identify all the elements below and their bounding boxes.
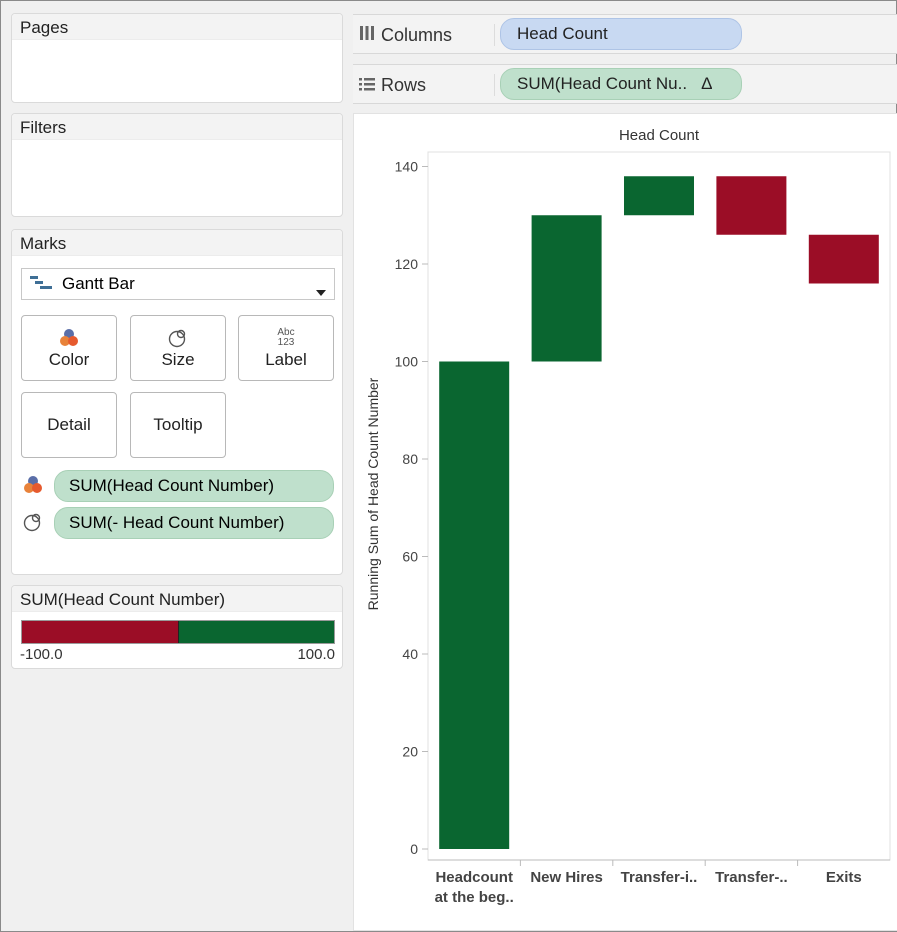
pages-title: Pages bbox=[12, 14, 342, 40]
size-button-label: Size bbox=[161, 350, 195, 369]
legend-positive bbox=[178, 621, 334, 643]
rows-icon bbox=[359, 75, 375, 96]
y-tick-label: 80 bbox=[402, 451, 418, 467]
size-icon bbox=[167, 326, 189, 350]
waterfall-bar bbox=[624, 176, 694, 216]
rows-shelf[interactable]: Rows SUM(Head Count Nu.. Δ bbox=[353, 64, 897, 104]
y-tick-label: 100 bbox=[395, 354, 419, 370]
gantt-bar-icon bbox=[30, 274, 54, 294]
rows-pill-text: SUM(Head Count Nu.. bbox=[517, 74, 688, 93]
y-axis-title: Running Sum of Head Count Number bbox=[365, 377, 381, 610]
y-axis: 0 20 40 60 80 100 120 140 bbox=[395, 159, 428, 857]
x-category-label: New Hires bbox=[530, 869, 603, 886]
rows-shelf-label: Rows bbox=[359, 74, 495, 96]
waterfall-chart[interactable]: Head Count Running Sum of Head Count Num… bbox=[354, 114, 897, 932]
columns-shelf[interactable]: Columns Head Count bbox=[353, 14, 897, 54]
size-field-icon bbox=[22, 512, 44, 537]
x-category-label: at the beg.. bbox=[435, 889, 514, 906]
marks-card: Marks Gantt Bar Color Size Abc 123 Label… bbox=[11, 229, 343, 575]
columns-pill[interactable]: Head Count bbox=[500, 18, 742, 50]
color-field-icon bbox=[22, 475, 44, 500]
filters-title: Filters bbox=[12, 114, 342, 140]
waterfall-bar bbox=[531, 215, 602, 362]
legend-title: SUM(Head Count Number) bbox=[12, 586, 342, 612]
x-category-label: Exits bbox=[826, 869, 862, 886]
x-category-label: Headcount bbox=[435, 869, 513, 886]
color-legend-card: SUM(Head Count Number) -100.0 100.0 bbox=[11, 585, 343, 669]
size-button[interactable]: Size bbox=[130, 315, 226, 381]
y-tick-label: 140 bbox=[395, 159, 419, 175]
columns-pill-text: Head Count bbox=[517, 24, 608, 43]
rows-label: Rows bbox=[381, 74, 427, 95]
legend-max-label: 100.0 bbox=[297, 646, 335, 663]
legend-min-label: -100.0 bbox=[20, 646, 63, 663]
x-category-label: Transfer-i.. bbox=[621, 869, 698, 886]
pages-card: Pages bbox=[11, 13, 343, 103]
chart-title: Head Count bbox=[619, 127, 700, 144]
columns-icon bbox=[359, 25, 375, 46]
label-button-label: Label bbox=[265, 350, 307, 369]
legend-negative bbox=[22, 621, 179, 643]
color-icon bbox=[58, 326, 80, 350]
columns-label: Columns bbox=[381, 24, 453, 45]
color-button-label: Color bbox=[48, 350, 90, 369]
color-button[interactable]: Color bbox=[21, 315, 117, 381]
marks-title: Marks bbox=[12, 230, 342, 256]
bars-layer bbox=[439, 176, 879, 849]
mark-type-label: Gantt Bar bbox=[62, 274, 135, 293]
waterfall-bar bbox=[439, 361, 510, 849]
tooltip-button[interactable]: Tooltip bbox=[130, 392, 226, 458]
size-field-pill[interactable]: SUM(- Head Count Number) bbox=[54, 507, 334, 539]
chart-view[interactable]: Head Count Running Sum of Head Count Num… bbox=[353, 113, 897, 931]
waterfall-bar bbox=[808, 234, 879, 284]
mark-type-dropdown[interactable]: Gantt Bar bbox=[21, 268, 335, 300]
y-tick-label: 20 bbox=[402, 744, 418, 760]
abc-123-icon: Abc 123 bbox=[277, 326, 294, 350]
detail-button[interactable]: Detail bbox=[21, 392, 117, 458]
chevron-down-icon bbox=[316, 281, 326, 301]
waterfall-bar bbox=[716, 176, 787, 235]
x-category-label: Transfer-.. bbox=[715, 869, 788, 886]
x-axis: Headcount at the beg.. New Hires Transfer-i… bbox=[428, 859, 890, 906]
columns-shelf-label: Columns bbox=[359, 24, 495, 46]
y-tick-label: 40 bbox=[402, 646, 418, 662]
color-field-pill[interactable]: SUM(Head Count Number) bbox=[54, 470, 334, 502]
y-tick-label: 60 bbox=[402, 549, 418, 565]
label-button[interactable]: Abc 123 Label bbox=[238, 315, 334, 381]
legend-gradient[interactable] bbox=[21, 620, 335, 644]
delta-icon: Δ bbox=[701, 74, 713, 93]
y-tick-label: 120 bbox=[395, 256, 419, 272]
label-icon-123: 123 bbox=[277, 337, 295, 348]
tooltip-button-label: Tooltip bbox=[153, 415, 203, 434]
rows-pill[interactable]: SUM(Head Count Nu.. Δ bbox=[500, 68, 742, 100]
filters-card: Filters bbox=[11, 113, 343, 217]
detail-button-label: Detail bbox=[47, 415, 91, 434]
y-tick-label: 0 bbox=[410, 841, 418, 857]
